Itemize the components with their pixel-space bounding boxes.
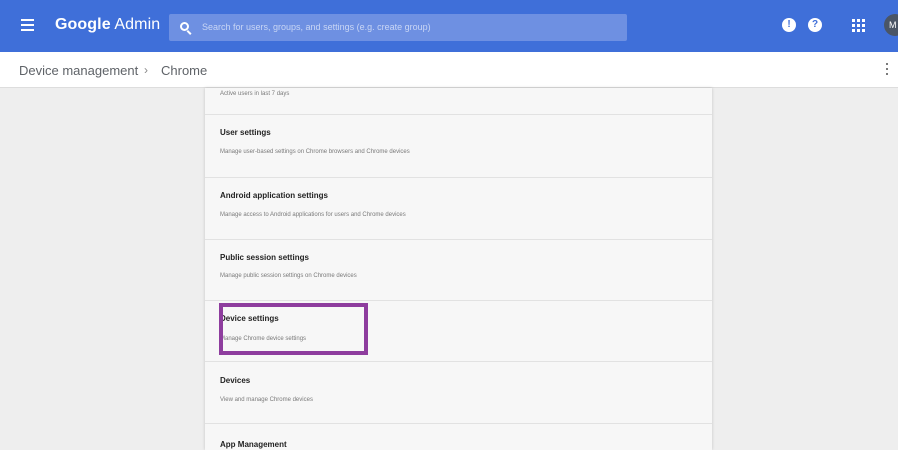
section-user-settings[interactable]: User settings Manage user-based settings… — [205, 115, 712, 178]
brand-google: Google — [55, 16, 111, 33]
apps-icon[interactable] — [852, 19, 865, 32]
section-description: Manage user-based settings on Chrome bro… — [220, 149, 410, 155]
search-icon — [180, 22, 189, 31]
section-active-users[interactable]: Active users in last 7 days — [205, 88, 712, 115]
avatar[interactable]: M — [884, 14, 898, 36]
section-description: Manage public session settings on Chrome… — [220, 273, 357, 279]
search-placeholder: Search for users, groups, and settings (… — [202, 22, 431, 32]
breadcrumb-chrome: Chrome — [161, 63, 208, 78]
breadcrumb-device-management[interactable]: Device management — [19, 63, 138, 78]
menu-icon[interactable] — [21, 19, 34, 31]
section-title: User settings — [220, 128, 271, 137]
section-app-management[interactable]: App Management — [205, 424, 712, 450]
section-title: Android application settings — [220, 191, 329, 200]
section-devices[interactable]: Devices View and manage Chrome devices — [205, 362, 712, 424]
help-icon[interactable]: ? — [808, 18, 822, 32]
section-title: Devices — [220, 376, 251, 385]
section-description: Active users in last 7 days — [220, 91, 290, 97]
top-app-bar: Google Admin Search for users, groups, a… — [0, 0, 898, 52]
app-logo[interactable]: Google Admin — [55, 16, 160, 34]
section-title: App Management — [220, 440, 287, 449]
search-input[interactable]: Search for users, groups, and settings (… — [169, 14, 627, 41]
section-public-session-settings[interactable]: Public session settings Manage public se… — [205, 240, 712, 301]
brand-admin: Admin — [110, 16, 161, 33]
section-description: Manage access to Android applications fo… — [220, 212, 406, 218]
breadcrumb: Device management › Chrome — [0, 52, 898, 88]
section-title: Public session settings — [220, 253, 309, 262]
section-description: Manage Chrome device settings — [220, 336, 307, 342]
section-device-settings[interactable]: Device settings Manage Chrome device set… — [205, 301, 712, 362]
section-android-application-settings[interactable]: Android application settings Manage acce… — [205, 178, 712, 240]
chrome-settings-card: Active users in last 7 days User setting… — [205, 88, 712, 450]
section-title: Device settings — [220, 314, 279, 323]
notifications-icon[interactable]: ! — [782, 18, 796, 32]
breadcrumb-separator-icon: › — [144, 63, 148, 77]
section-description: View and manage Chrome devices — [220, 397, 313, 403]
more-options-icon[interactable] — [884, 63, 890, 77]
